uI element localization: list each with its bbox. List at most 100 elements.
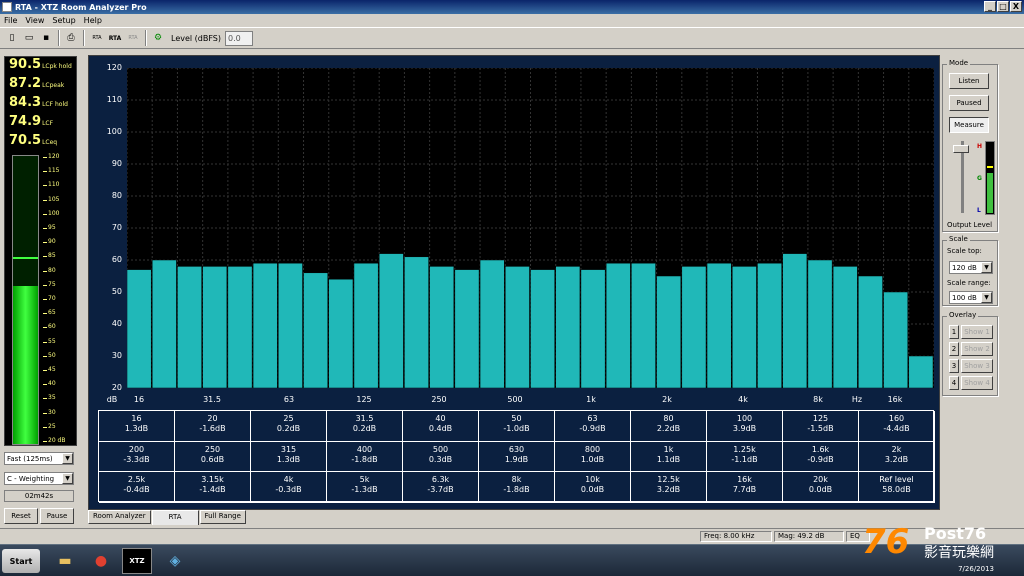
overlay-4-number: 4 bbox=[949, 376, 959, 390]
chevron-down-icon[interactable]: ▼ bbox=[981, 262, 992, 273]
eq-cell-value: -1.3dB bbox=[351, 485, 378, 495]
x-tick-label: Hz bbox=[851, 395, 863, 404]
eq-cell-value: -0.4dB bbox=[123, 485, 150, 495]
meter-scale-label: 115 bbox=[43, 167, 77, 175]
readout-value: 84.3 bbox=[9, 95, 42, 110]
start-button[interactable]: Start bbox=[2, 549, 40, 573]
reset-button[interactable]: Reset bbox=[4, 508, 38, 524]
eq-cell: 125 -1.5dB bbox=[783, 411, 859, 442]
rta-bar bbox=[505, 266, 530, 388]
readout-label: LCF bbox=[42, 120, 54, 127]
eq-cell: 630 1.9dB bbox=[479, 441, 555, 473]
y-tick-label: 40 bbox=[111, 319, 122, 328]
window-title: RTA - XTZ Room Analyzer Pro bbox=[15, 2, 147, 12]
browser-icon[interactable]: ● bbox=[86, 548, 116, 574]
overlay-1-button[interactable]: Show 1 bbox=[961, 325, 993, 339]
pause-button[interactable]: Pause bbox=[40, 508, 74, 524]
menu-view[interactable]: View bbox=[21, 16, 48, 25]
x-tick-label: 500 bbox=[507, 395, 523, 404]
speed-select[interactable]: Fast (125ms) ▼ bbox=[4, 452, 74, 465]
tab-rta[interactable]: RTA bbox=[151, 510, 199, 525]
scale-range-select[interactable]: 100 dB ▼ bbox=[949, 291, 993, 304]
y-tick-label: 110 bbox=[106, 95, 122, 104]
chevron-down-icon[interactable]: ▼ bbox=[981, 292, 992, 303]
eq-cell-value: 0.2dB bbox=[276, 424, 301, 433]
overlay-4-button[interactable]: Show 4 bbox=[961, 376, 993, 390]
rta-bar bbox=[782, 253, 808, 388]
rta-chart[interactable] bbox=[127, 68, 934, 388]
eq-cell-freq: 1k bbox=[663, 444, 674, 454]
scale-top-select[interactable]: 120 dB ▼ bbox=[949, 261, 993, 274]
eq-cell-value: 1.9dB bbox=[504, 454, 529, 464]
mode-group: Mode Listen Paused Measure H G L Output … bbox=[942, 59, 998, 232]
menu-setup[interactable]: Setup bbox=[48, 16, 79, 25]
weighting-select[interactable]: C - Weighting ▼ bbox=[4, 472, 74, 485]
x-tick-label: dB bbox=[106, 395, 118, 404]
meter-h-label: H bbox=[977, 143, 983, 150]
level-input[interactable]: 0.0 bbox=[225, 30, 254, 46]
rta-bar bbox=[580, 269, 606, 388]
close-button[interactable]: X bbox=[1010, 1, 1022, 12]
xtz-app-icon[interactable]: XTZ bbox=[122, 548, 152, 574]
eq-cell-value: -3.7dB bbox=[427, 485, 454, 495]
listen-button[interactable]: Listen bbox=[949, 73, 989, 89]
menu-file[interactable]: File bbox=[0, 16, 21, 25]
tab-room-analyzer[interactable]: Room Analyzer bbox=[88, 510, 151, 524]
eq-cell: Ref level 58.0dB bbox=[859, 472, 935, 503]
minimize-button[interactable]: _ bbox=[984, 1, 996, 12]
folder-icon[interactable]: ▬ bbox=[50, 548, 80, 574]
status-mag: Mag: 49.2 dB bbox=[774, 531, 844, 542]
eq-cell-freq: 4k bbox=[283, 475, 294, 485]
eq-cell-value: -1.8dB bbox=[503, 485, 530, 495]
readout-value: 87.2 bbox=[9, 76, 42, 91]
eq-cell-value: 0.2dB bbox=[352, 424, 377, 433]
meter-scale-label: 45 bbox=[43, 366, 77, 374]
tab-full-range[interactable]: Full Range bbox=[199, 510, 246, 524]
chevron-down-icon[interactable]: ▼ bbox=[62, 453, 73, 464]
x-tick-label: 2k bbox=[662, 395, 672, 404]
eq-cell-freq: 2k bbox=[891, 444, 902, 454]
eq-cell: 6.3k -3.7dB bbox=[403, 472, 479, 503]
title-bar: RTA - XTZ Room Analyzer Pro _ □ X bbox=[0, 0, 1024, 14]
meter-g-label: G bbox=[977, 175, 982, 182]
meter-scale-label: 25 bbox=[43, 423, 77, 431]
rta-bar bbox=[278, 262, 303, 388]
rta-next-button[interactable]: RTA bbox=[124, 35, 142, 42]
paused-button[interactable]: Paused bbox=[949, 95, 989, 111]
overlay-3-button[interactable]: Show 3 bbox=[961, 359, 993, 373]
overlay-group: Overlay 1 Show 1 2 Show 2 3 Show 3 4 Show 4 bbox=[942, 311, 998, 396]
open-folder-icon[interactable]: ▭ bbox=[21, 30, 37, 46]
rta-bar bbox=[656, 275, 682, 388]
overlay-2-button[interactable]: Show 2 bbox=[961, 342, 993, 356]
menu-help[interactable]: Help bbox=[80, 16, 106, 25]
meter-scale-label: 70 bbox=[43, 295, 77, 303]
meter-scale-label: 20 dB bbox=[43, 437, 77, 445]
rta-prev-button[interactable]: RTA bbox=[88, 35, 106, 42]
y-tick-label: 30 bbox=[111, 351, 122, 360]
eq-cell-freq: 315 bbox=[280, 444, 297, 454]
level-icon[interactable]: ⚙ bbox=[150, 30, 166, 46]
rta-button[interactable]: RTA bbox=[106, 35, 124, 42]
readout-label: LCF hold bbox=[42, 101, 68, 108]
readout-3: 74.9 LCF bbox=[5, 114, 76, 133]
meter-scale-label: 60 bbox=[43, 323, 77, 331]
rta-bar bbox=[202, 266, 228, 388]
y-tick-label: 20 bbox=[111, 383, 122, 392]
eq-cell: 100 3.9dB bbox=[707, 411, 783, 442]
print-icon[interactable]: ⎙ bbox=[63, 30, 79, 46]
rta-bar bbox=[732, 266, 757, 388]
watermark-post: Post76 bbox=[924, 524, 987, 543]
paint-icon[interactable]: ◈ bbox=[160, 548, 190, 574]
save-icon[interactable]: ▪ bbox=[38, 30, 54, 46]
watermark-number: 76 bbox=[862, 522, 910, 562]
new-file-icon[interactable]: ▯ bbox=[4, 30, 20, 46]
eq-cell-freq: Ref level bbox=[879, 475, 914, 485]
x-tick-label: 125 bbox=[356, 395, 372, 404]
rta-bar bbox=[757, 262, 782, 388]
output-slider-thumb[interactable] bbox=[953, 145, 969, 153]
chevron-down-icon[interactable]: ▼ bbox=[62, 473, 73, 484]
readout-4: 70.5 LCeq bbox=[5, 133, 76, 152]
maximize-button[interactable]: □ bbox=[997, 1, 1009, 12]
measure-button[interactable]: Measure bbox=[949, 117, 989, 133]
eq-cell-value: 2.2dB bbox=[656, 424, 681, 433]
